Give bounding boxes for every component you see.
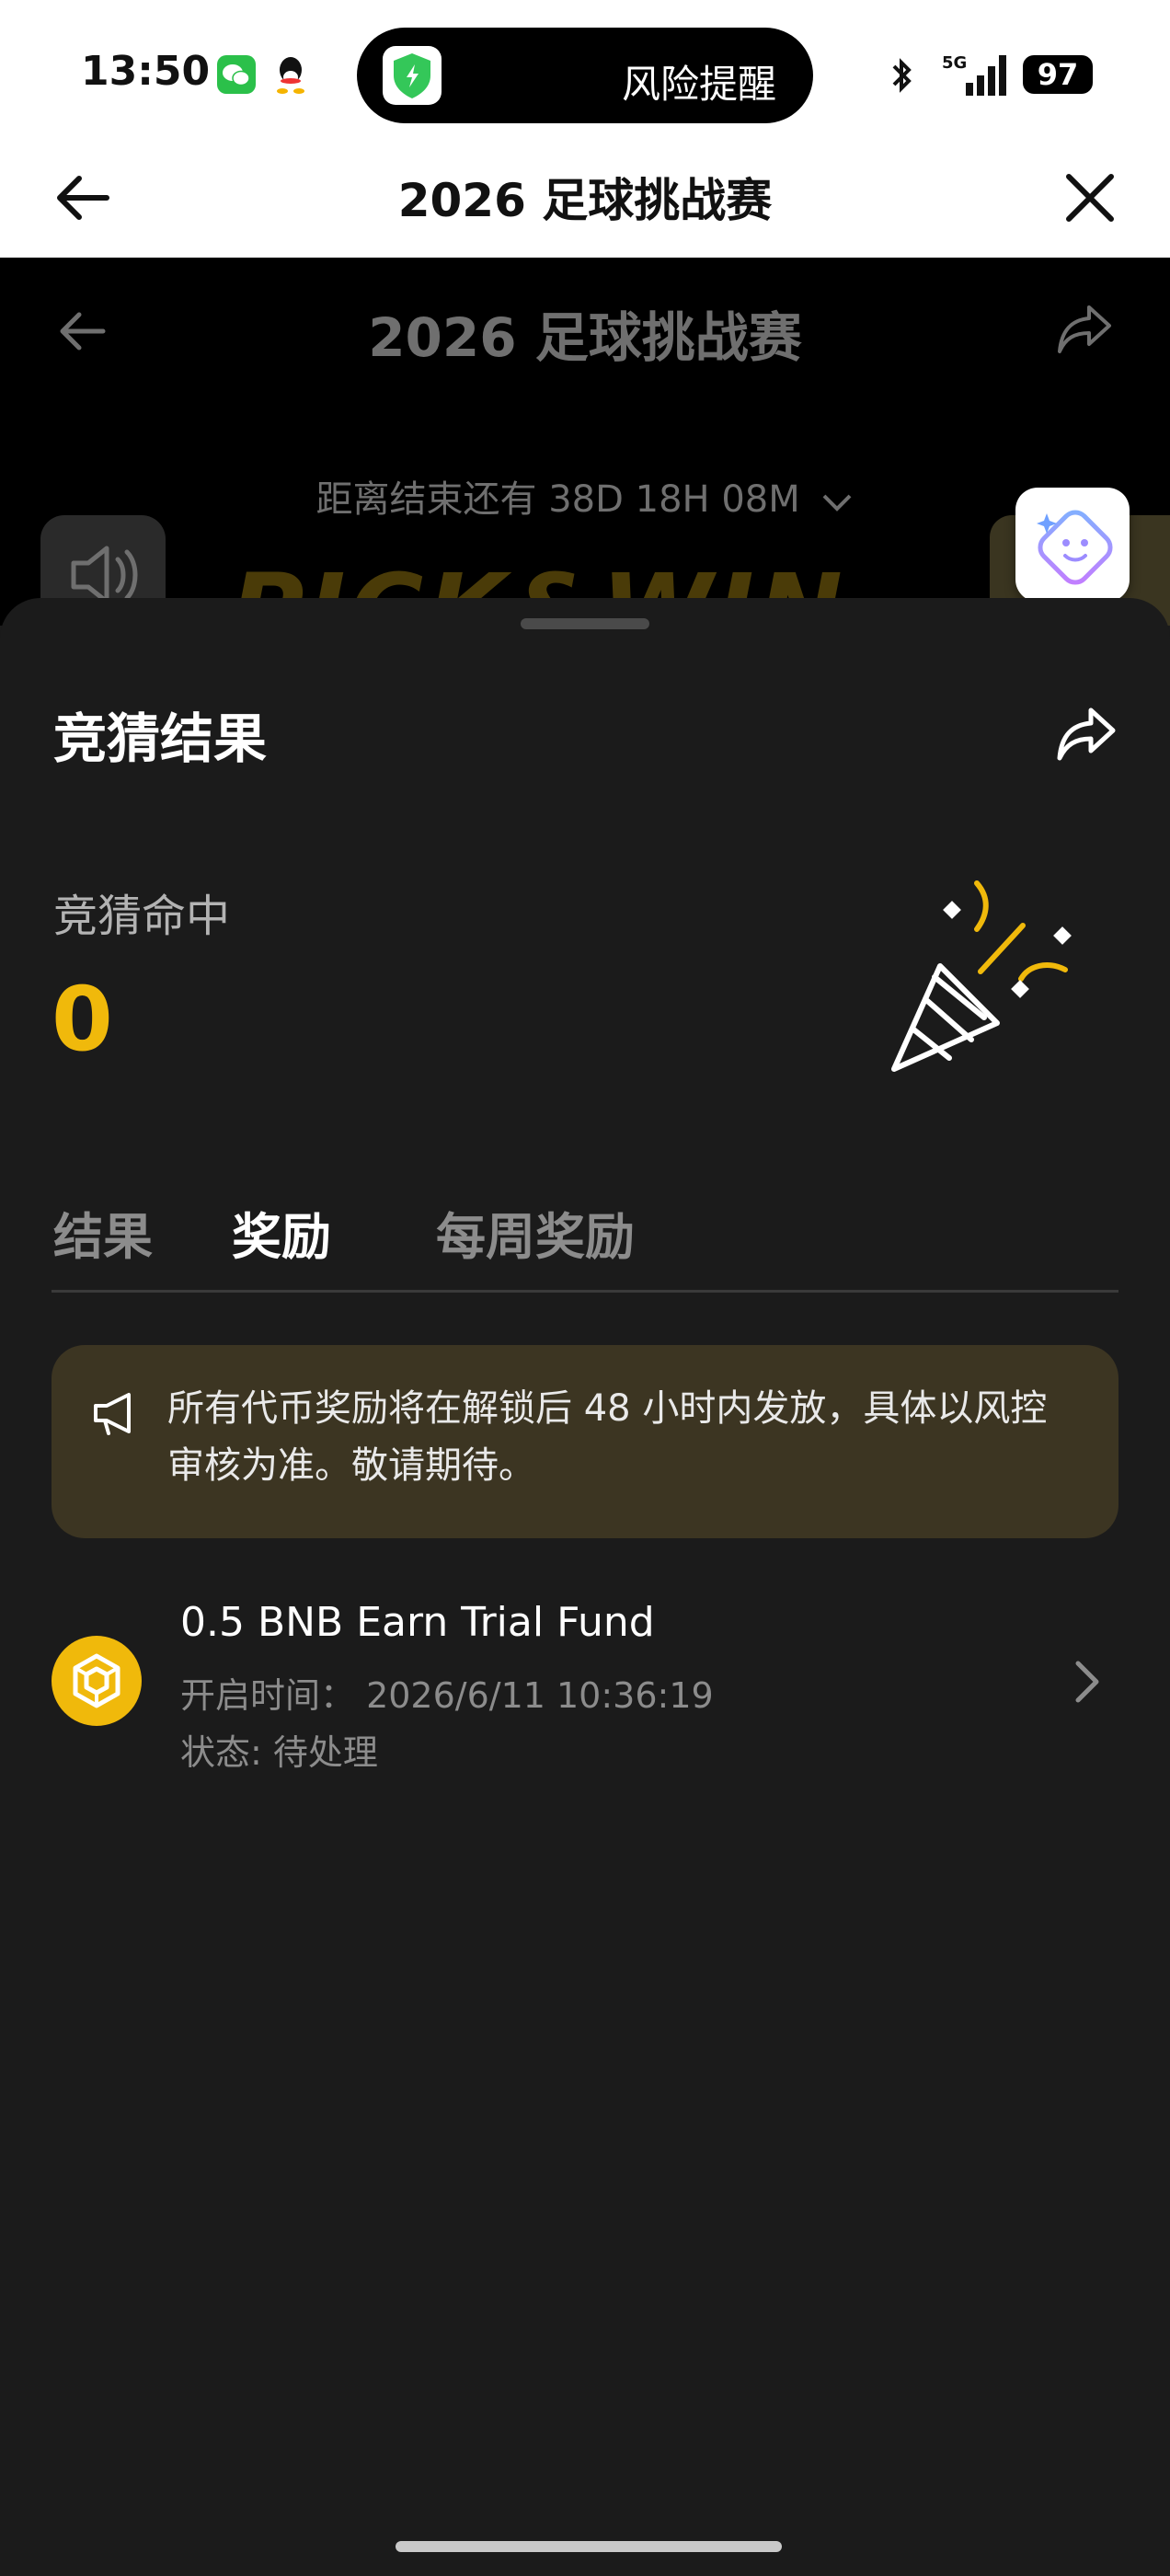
home-indicator[interactable] [396,2541,782,2552]
chevron-down-icon [823,494,852,512]
countdown-label: 距离结束还有 38D 18H 08M [315,478,800,521]
assistant-button[interactable] [1015,488,1130,602]
share-icon [1057,707,1116,761]
party-popper-icon [874,865,1095,1089]
reward-status: 状态: 待处理 [180,1732,378,1773]
share-button[interactable] [1054,703,1118,767]
tabs-divider [52,1290,1118,1293]
signal-icon: 5G [938,50,1008,101]
page-title: 2026 足球挑战赛 [397,174,773,227]
close-icon [1066,174,1114,222]
qq-icon [272,53,309,96]
sheet-drag-handle[interactable] [521,618,649,629]
risk-alert-pill[interactable]: 风险提醒 [357,28,813,123]
notice-text: 所有代币奖励将在解锁后 48 小时内发放，具体以风控审核为准。敬请期待。 [167,1387,1048,1487]
reward-title[interactable]: 0.5 BNB Earn Trial Fund [180,1599,655,1646]
reward-open-time: 开启时间： 2026/6/11 10:36:19 [180,1675,714,1716]
countdown-text: 距离结束还有 38D 18H 08M [0,469,1170,523]
hit-label: 竞猜命中 [53,891,231,942]
bg-page-title: 2026 足球挑战赛 [368,306,802,369]
bluetooth-icon [881,55,922,99]
tab-weekly-rewards[interactable]: 每周奖励 [436,1196,635,1269]
status-time: 13:50 [81,48,211,95]
bnb-coin-icon [52,1636,142,1726]
wechat-icon [217,55,256,94]
shield-icon [383,46,442,105]
megaphone-icon [88,1387,140,1443]
close-button[interactable] [1058,166,1122,230]
risk-alert-label: 风险提醒 [621,62,776,107]
reward-detail-button[interactable] [1067,1656,1107,1708]
tab-results[interactable]: 结果 [53,1196,153,1269]
svg-text:5G: 5G [942,53,967,73]
bg-share-icon [1054,300,1115,362]
assistant-face-icon [1037,510,1113,585]
battery-indicator: 97 [1023,55,1093,94]
tab-rewards[interactable]: 奖励 [232,1196,331,1269]
hit-value: 0 [52,968,113,1071]
chevron-right-icon [1075,1661,1099,1703]
sheet-title: 竞猜结果 [53,707,268,770]
